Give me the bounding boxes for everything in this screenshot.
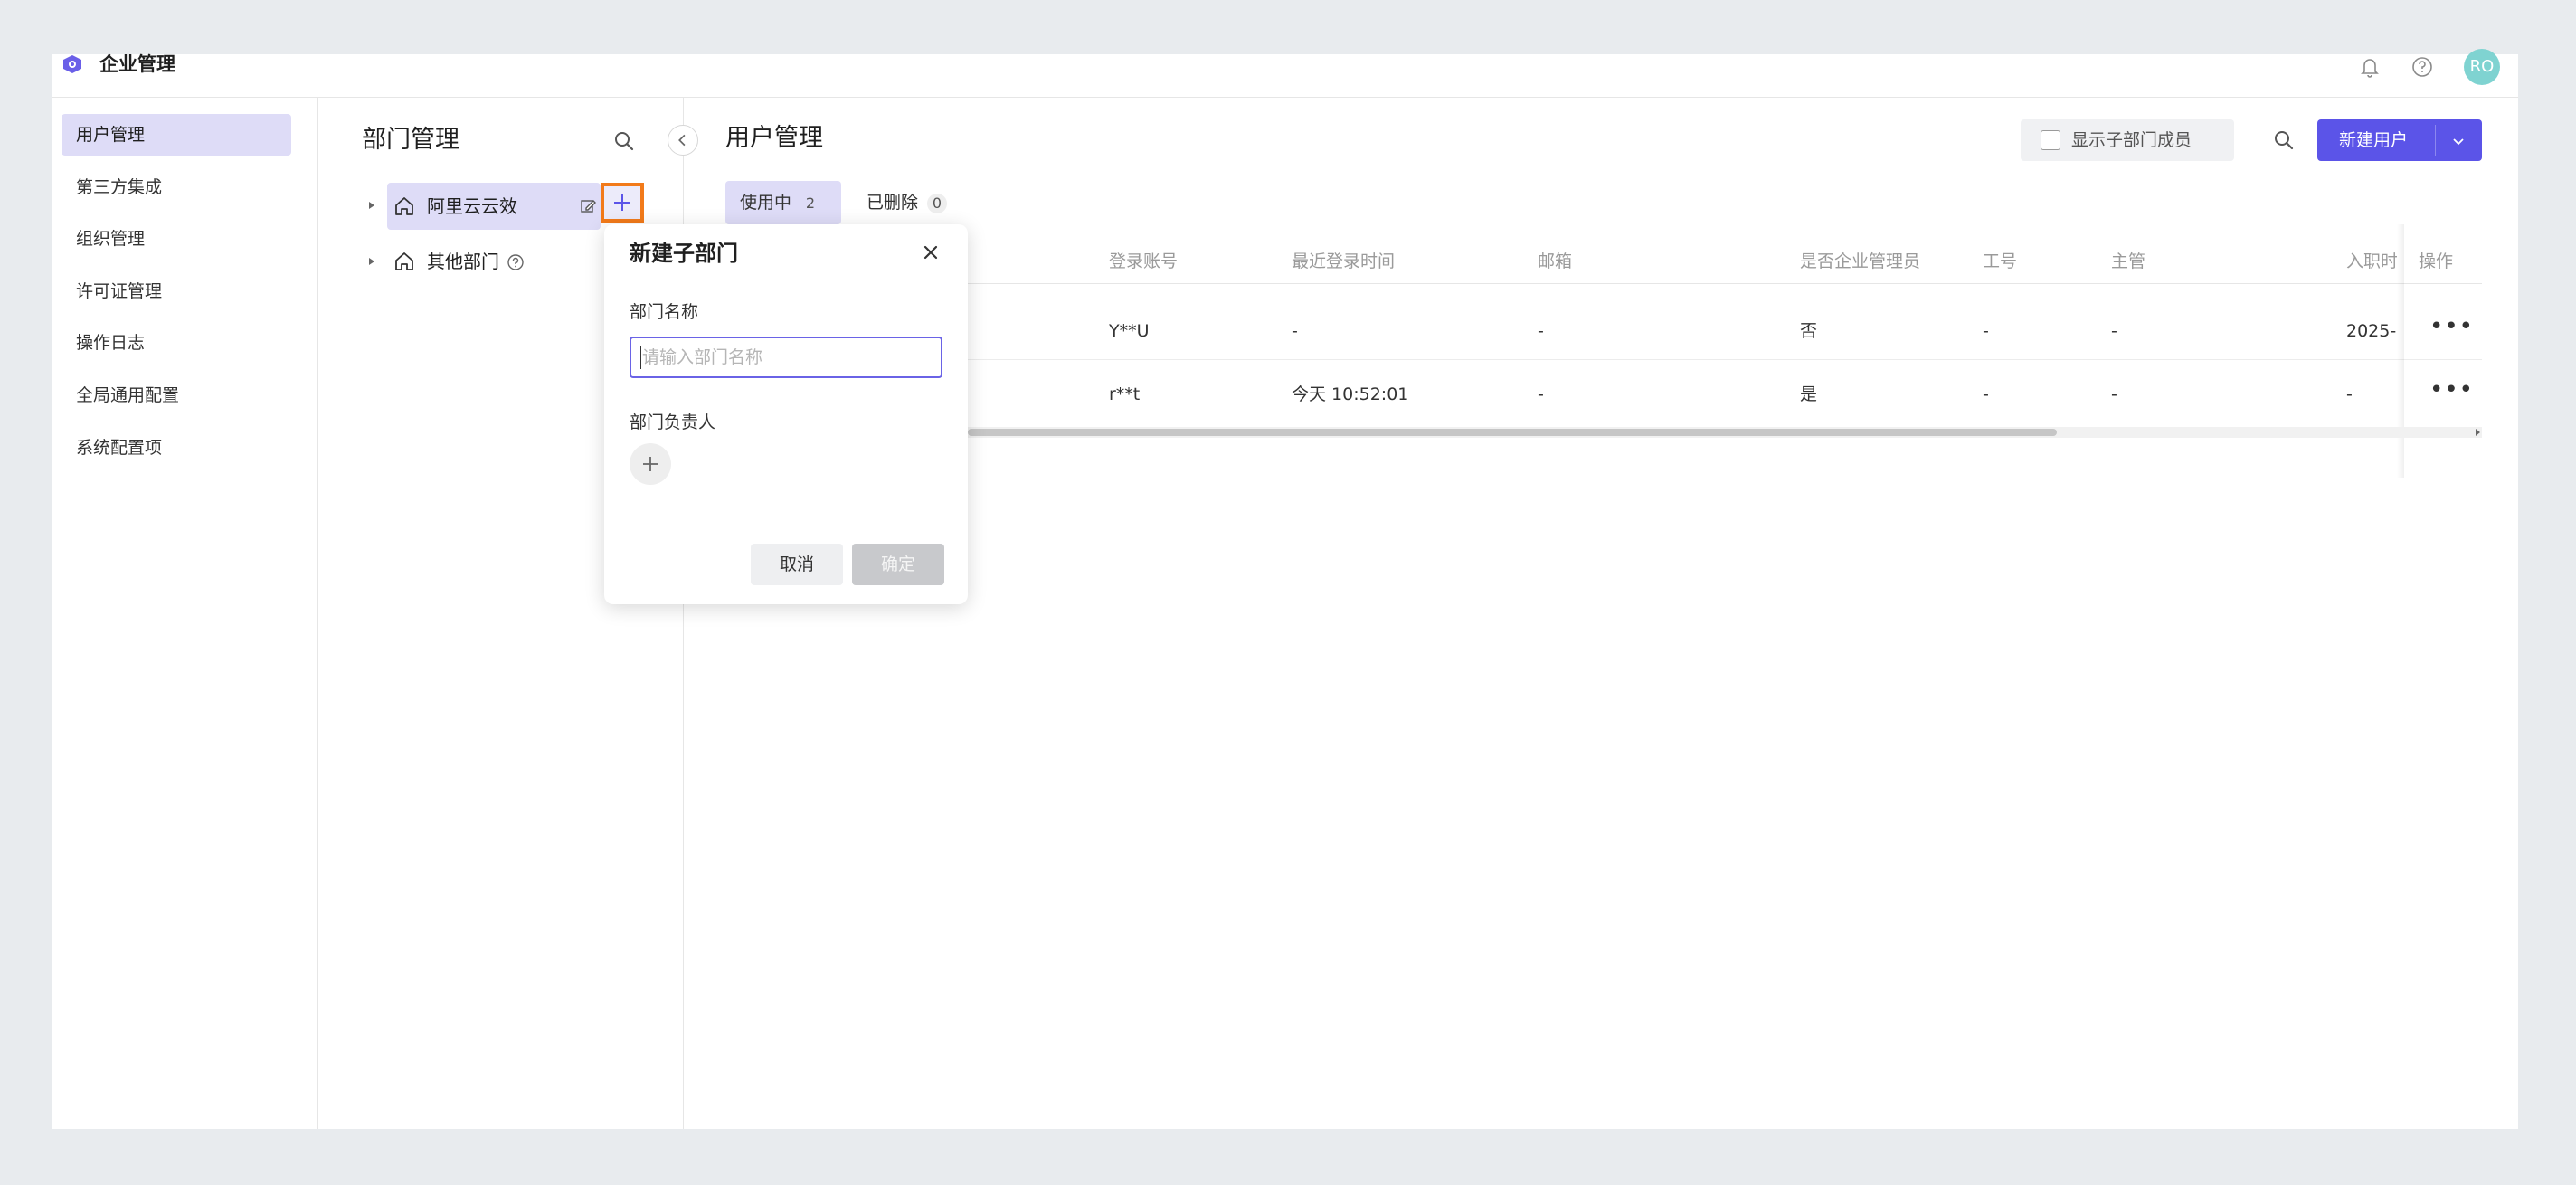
tab-deleted-users[interactable]: 已删除 0 [867, 181, 975, 224]
sidebar-item-user-management[interactable]: 用户管理 [62, 114, 291, 156]
more-actions-button[interactable]: ••• [2429, 376, 2474, 412]
cell-employee-no: - [1983, 321, 1989, 341]
horizontal-scrollbar[interactable] [968, 427, 2482, 438]
department-panel-title: 部门管理 [362, 126, 459, 154]
checkbox-box[interactable] [2041, 130, 2060, 150]
column-header-manager: 主管 [2111, 251, 2146, 271]
column-header-last-login: 最近登录时间 [1292, 251, 1396, 271]
top-bar: 企业管理 RO [52, 49, 2518, 98]
sidebar-item-third-party[interactable]: 第三方集成 [62, 166, 291, 208]
home-icon [395, 252, 413, 270]
sidebar-item-org-management[interactable]: 组织管理 [62, 218, 291, 260]
fixed-column-shadow [2397, 224, 2404, 478]
help-icon[interactable] [2410, 54, 2435, 80]
column-header-employee-no: 工号 [1983, 251, 2018, 271]
tree-item-label: 阿里云云效 [427, 195, 517, 217]
cell-is-admin: 否 [1800, 321, 1818, 341]
tab-label: 已删除 [867, 193, 919, 213]
column-header-join-date: 入职时 [2346, 251, 2397, 271]
sidebar-item-system-config[interactable]: 系统配置项 [62, 427, 291, 469]
tree-item-label: 其他部门 [427, 251, 499, 272]
home-icon [395, 197, 413, 215]
cell-email: - [1538, 321, 1544, 341]
cell-manager: - [2111, 321, 2117, 341]
search-icon[interactable] [2270, 127, 2297, 154]
cell-is-admin: 是 [1800, 384, 1818, 404]
tab-label: 使用中 [740, 193, 792, 213]
confirm-button[interactable]: 确定 [852, 544, 944, 585]
column-header-email: 邮箱 [1538, 251, 1573, 271]
column-header-account: 登录账号 [1109, 251, 1179, 271]
cell-join-date: 2025-0 [2346, 321, 2397, 341]
logo-icon [63, 55, 81, 73]
app-window: 企业管理 RO 用户管理 第三方集成 组织管理 许可证管理 操作日志 全局通用配… [52, 49, 2518, 1129]
chevron-down-icon[interactable] [2449, 132, 2467, 150]
cell-join-date: - [2346, 384, 2353, 404]
cell-last-login: 今天 10:52:01 [1292, 384, 1409, 404]
scroll-right-arrow-icon[interactable] [2476, 429, 2480, 436]
table-header-divider [727, 283, 2482, 284]
show-sub-members-checkbox[interactable]: 显示子部门成员 [2021, 119, 2234, 161]
cancel-button[interactable]: 取消 [751, 544, 843, 585]
sidebar-item-audit-log[interactable]: 操作日志 [62, 322, 291, 364]
sidebar: 用户管理 第三方集成 组织管理 许可证管理 操作日志 全局通用配置 系统配置项 [52, 98, 318, 1129]
edit-icon[interactable] [579, 197, 597, 215]
tab-active-users[interactable]: 使用中 2 [725, 181, 841, 224]
row-divider [727, 359, 2482, 360]
text-cursor [640, 346, 641, 369]
help-icon[interactable] [507, 253, 525, 271]
tab-count-badge: 2 [805, 194, 816, 212]
cell-email: - [1538, 384, 1544, 404]
new-user-label: 新建用户 [2339, 130, 2409, 150]
add-leader-button[interactable] [630, 443, 671, 485]
checkbox-label: 显示子部门成员 [2071, 130, 2192, 150]
tree-item-other-departments[interactable]: 其他部门 [387, 238, 595, 285]
new-sub-department-popover: 新建子部门 部门名称 请输入部门名称 部门负责人 取消 确定 [604, 224, 968, 604]
expand-caret-icon[interactable] [365, 199, 378, 212]
more-actions-button[interactable]: ••• [2429, 313, 2474, 349]
bell-icon[interactable] [2357, 54, 2382, 80]
app-title: 企业管理 [99, 53, 175, 75]
button-divider [2435, 125, 2436, 156]
collapse-panel-button[interactable] [668, 125, 698, 156]
tree-item-aliyun[interactable]: 阿里云云效 [387, 183, 601, 230]
sidebar-item-global-config[interactable]: 全局通用配置 [62, 374, 291, 416]
expand-caret-icon[interactable] [365, 255, 378, 268]
plus-icon [643, 457, 658, 471]
sidebar-item-license[interactable]: 许可证管理 [62, 270, 291, 312]
plus-icon [614, 194, 630, 211]
cell-last-login: - [1292, 321, 1298, 341]
popover-title: 新建子部门 [630, 241, 738, 266]
department-leader-label: 部门负责人 [630, 412, 716, 432]
cell-account: r**t [1109, 384, 1141, 404]
close-icon[interactable] [917, 239, 944, 266]
cell-manager: - [2111, 384, 2117, 404]
add-sub-department-button[interactable] [601, 183, 644, 223]
scrollbar-thumb[interactable] [968, 429, 2057, 436]
cell-employee-no: - [1983, 384, 1989, 404]
tab-count-badge: 0 [927, 194, 948, 213]
department-name-input[interactable]: 请输入部门名称 [630, 337, 942, 378]
search-icon[interactable] [611, 128, 637, 154]
avatar[interactable]: RO [2464, 49, 2500, 85]
new-user-button[interactable]: 新建用户 [2317, 119, 2482, 161]
department-name-label: 部门名称 [630, 302, 699, 322]
cell-account: Y**U [1109, 321, 1150, 341]
page-title: 用户管理 [725, 124, 823, 152]
column-header-is-admin: 是否企业管理员 [1800, 251, 1921, 271]
column-header-actions: 操作 [2419, 251, 2454, 271]
